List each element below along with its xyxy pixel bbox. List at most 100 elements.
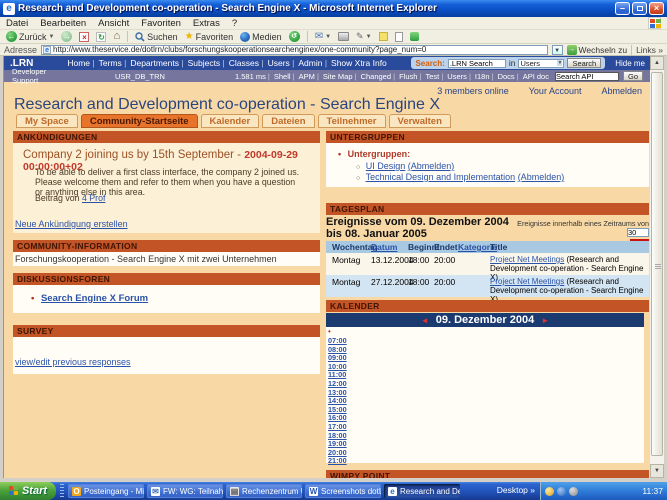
tray-icon[interactable] (557, 487, 566, 496)
lrn-nav-links: Home Terms Departments Subjects Classes … (65, 58, 388, 68)
messenger-button[interactable] (408, 30, 421, 43)
close-button[interactable]: × (649, 2, 664, 15)
logout-link[interactable]: Abmelden (601, 86, 642, 96)
task-posteingang[interactable]: O Posteingang - Micros... (68, 484, 144, 498)
desktop-toolbar[interactable]: Desktop » (497, 485, 535, 495)
dev-users[interactable]: Users (445, 72, 473, 81)
col-datum-sort-link[interactable]: Datum (371, 241, 408, 253)
subgroup-abmelden-link[interactable]: (Abmelden) (408, 161, 455, 171)
dev-test[interactable]: Test (423, 72, 445, 81)
menu-hilfe[interactable]: ? (232, 18, 237, 29)
search-submit-button[interactable]: Search (567, 58, 601, 68)
dev-changed[interactable]: Changed (359, 72, 398, 81)
dev-docs[interactable]: Docs (496, 72, 521, 81)
dev-api-doc[interactable]: API doc (521, 72, 551, 81)
task-research-and-development[interactable]: e Research and Develo... (384, 484, 460, 498)
calendar-time-link[interactable]: 21:00 (328, 456, 347, 465)
home-button[interactable]: ⌂ (111, 30, 122, 43)
tab-community-startseite[interactable]: Community-Startseite (81, 114, 198, 128)
media-button[interactable]: Medien (238, 30, 284, 43)
start-button[interactable]: Start (0, 482, 56, 500)
scrollbar-thumb[interactable] (651, 72, 663, 456)
discuss-button[interactable] (377, 30, 390, 43)
subgroup-ui-design-link[interactable]: UI Design (366, 161, 406, 171)
col-wochentag: Wochentag (332, 241, 371, 253)
menu-favoriten[interactable]: Favoriten (141, 18, 181, 29)
menu-datei[interactable]: Datei (6, 18, 28, 29)
event-link[interactable]: Project Net Meetings (490, 277, 564, 286)
create-announcement-link[interactable]: Neue Ankündigung erstellen (15, 219, 128, 229)
subgroups-portlet: • Untergruppen: ○ UI Design (Abmelden) ○… (326, 143, 649, 187)
task-mail-message[interactable]: ✉ FW: WG: Teilnahme v... (147, 484, 223, 498)
print-button[interactable] (336, 30, 351, 43)
account-row: 3 members online Your Account Abmelden (437, 86, 642, 96)
address-input[interactable]: e http://www.theservice.de/dotlrn/clubs/… (41, 45, 548, 55)
schedule-row: Montag 27.12.2004 18:00 20:00 Project Ne… (326, 275, 649, 297)
menu-extras[interactable]: Extras (193, 18, 220, 29)
subgroup-technical-design-link[interactable]: Technical Design and Implementation (366, 172, 516, 182)
calendar-prev-icon[interactable]: ◄ (421, 316, 429, 325)
dev-site-map[interactable]: Site Map (321, 72, 359, 81)
author-link[interactable]: 4 Prof (82, 193, 105, 203)
tab-teilnehmer[interactable]: Teilnehmer (318, 114, 386, 128)
back-button[interactable]: ← Zurück ▼ (4, 30, 56, 43)
dev-shell[interactable]: Shell (272, 72, 297, 81)
event-link[interactable]: Project Net Meetings (490, 255, 564, 264)
tab-dateien[interactable]: Dateien (262, 114, 314, 128)
search-scope-select[interactable]: Users ▼ (518, 59, 564, 68)
forum-link[interactable]: Search Engine X Forum (41, 293, 148, 304)
forward-button[interactable]: → (59, 30, 74, 43)
search-button[interactable]: Suchen (133, 30, 180, 43)
stop-button[interactable]: × (77, 30, 91, 43)
filter-days-input[interactable] (627, 228, 649, 237)
favorites-button[interactable]: ★ Favoriten (183, 30, 236, 43)
dev-apm[interactable]: APM (297, 72, 321, 81)
edit-pencil-icon: ✎ (356, 31, 364, 42)
nav-departments[interactable]: Departments (128, 58, 185, 68)
subgroup-abmelden-link[interactable]: (Abmelden) (518, 172, 565, 182)
minimize-button[interactable]: – (615, 2, 630, 15)
tray-icon[interactable] (545, 487, 554, 496)
nav-users[interactable]: Users (266, 58, 297, 68)
api-search-input[interactable] (555, 72, 619, 81)
tab-kalender[interactable]: Kalender (201, 114, 260, 128)
tab-my-space[interactable]: My Space (16, 114, 78, 128)
refresh-button[interactable]: ↻ (94, 30, 108, 43)
scroll-up-icon[interactable]: ▲ (650, 56, 664, 70)
nav-show-xtra-info[interactable]: Show Xtra Info (329, 58, 389, 68)
history-button[interactable]: ↺ (287, 30, 302, 43)
dev-flush[interactable]: Flush (397, 72, 423, 81)
tab-verwalten[interactable]: Verwalten (389, 114, 451, 128)
go-button[interactable]: → Wechseln zu (567, 45, 628, 55)
col-kategorie-sort-link[interactable]: Kategorie (458, 241, 490, 253)
your-account-link[interactable]: Your Account (529, 86, 582, 96)
api-go-button[interactable]: Go (623, 71, 643, 81)
restore-button[interactable] (632, 2, 647, 15)
tray-icon[interactable] (569, 487, 578, 496)
survey-responses-link[interactable]: view/edit previous responses (15, 357, 131, 367)
nav-home[interactable]: Home (65, 58, 96, 68)
dev-i18n[interactable]: I18n (473, 72, 496, 81)
links-toolbar[interactable]: Links » (631, 45, 663, 55)
dev-timing: 1.581 ms (233, 72, 272, 81)
quick-launch-grip[interactable] (60, 484, 64, 498)
task-screenshots[interactable]: W Screenshots dotLRN... (305, 484, 381, 498)
lrn-search-input[interactable] (448, 59, 506, 68)
hide-me-link[interactable]: Hide me (615, 59, 645, 68)
nav-admin[interactable]: Admin (296, 58, 329, 68)
menu-bearbeiten[interactable]: Bearbeiten (40, 18, 86, 29)
research-button[interactable] (393, 30, 405, 43)
vertical-scrollbar[interactable]: ▲ ▼ (650, 56, 664, 478)
members-online-link[interactable]: 3 members online (437, 86, 509, 96)
calendar-next-icon[interactable]: ► (541, 316, 549, 325)
scroll-down-icon[interactable]: ▼ (650, 464, 664, 478)
edit-button[interactable]: ✎ ▼ (354, 30, 374, 43)
announcements-header: ANKÜNDIGUNGEN (13, 131, 320, 143)
task-rechenzentrum[interactable]: ▤ Rechenzentrum Uni K... (226, 484, 302, 498)
address-dropdown-icon[interactable]: ▼ (552, 45, 563, 55)
menu-ansicht[interactable]: Ansicht (98, 18, 129, 29)
mail-button[interactable]: ✉ ▼ (313, 30, 333, 43)
nav-classes[interactable]: Classes (227, 58, 266, 68)
nav-terms[interactable]: Terms (97, 58, 129, 68)
nav-subjects[interactable]: Subjects (186, 58, 227, 68)
